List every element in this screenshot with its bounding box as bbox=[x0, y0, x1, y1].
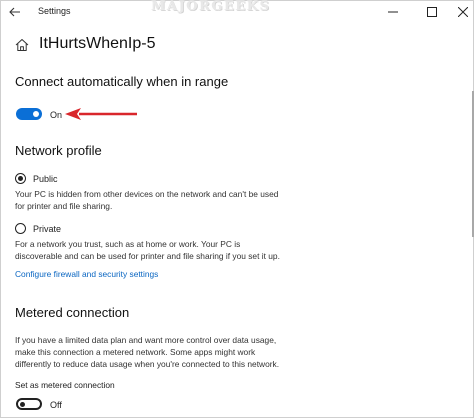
settings-window: Settings MAJORGEEKS ItHurtsWhenIp-5 Conn… bbox=[0, 0, 474, 418]
watermark-logo: MAJORGEEKS bbox=[151, 0, 271, 14]
metered-description: If you have a limited data plan and want… bbox=[15, 334, 315, 370]
red-arrow-annotation-icon bbox=[65, 108, 137, 120]
public-description: Your PC is hidden from other devices on … bbox=[15, 188, 315, 212]
metered-connection-heading: Metered connection bbox=[15, 305, 130, 320]
close-button[interactable] bbox=[447, 1, 474, 23]
public-desc-line-2: for printer and file sharing. bbox=[15, 201, 113, 211]
auto-connect-toggle[interactable] bbox=[16, 108, 42, 120]
auto-connect-heading: Connect automatically when in range bbox=[15, 74, 229, 89]
minimize-button[interactable] bbox=[377, 1, 409, 23]
set-metered-label: Set as metered connection bbox=[15, 380, 115, 390]
radio-selected-dot bbox=[18, 176, 23, 181]
toggle-knob bbox=[20, 402, 25, 407]
home-button[interactable] bbox=[15, 38, 29, 52]
page-title: ItHurtsWhenIp-5 bbox=[39, 35, 156, 52]
metered-desc-line-1: If you have a limited data plan and want… bbox=[15, 335, 277, 345]
private-radio-label[interactable]: Private bbox=[33, 224, 61, 234]
vertical-scrollbar[interactable] bbox=[467, 23, 474, 417]
private-desc-line-2: discoverable and can be used for printer… bbox=[15, 251, 280, 261]
window-title: Settings bbox=[38, 6, 71, 16]
home-icon bbox=[15, 39, 29, 51]
title-bar: Settings MAJORGEEKS bbox=[1, 0, 474, 23]
private-radio[interactable] bbox=[15, 223, 26, 234]
public-radio-label[interactable]: Public bbox=[33, 174, 58, 184]
metered-toggle[interactable] bbox=[16, 398, 42, 410]
metered-state: Off bbox=[50, 400, 62, 410]
firewall-settings-link[interactable]: Configure firewall and security settings bbox=[15, 269, 158, 279]
metered-desc-line-2: make this connection a metered network. … bbox=[15, 347, 256, 357]
close-icon bbox=[458, 7, 468, 17]
private-description: For a network you trust, such as at home… bbox=[15, 238, 315, 262]
metered-desc-line-3: differently to reduce data usage when yo… bbox=[15, 359, 280, 369]
public-desc-line-1: Your PC is hidden from other devices on … bbox=[15, 189, 279, 199]
network-profile-heading: Network profile bbox=[15, 143, 102, 158]
back-button[interactable] bbox=[7, 4, 23, 20]
back-arrow-icon bbox=[9, 7, 20, 17]
toggle-knob bbox=[33, 111, 39, 117]
private-desc-line-1: For a network you trust, such as at home… bbox=[15, 239, 241, 249]
public-radio[interactable] bbox=[15, 173, 26, 184]
minimize-icon bbox=[388, 11, 398, 13]
auto-connect-state: On bbox=[50, 110, 63, 120]
maximize-icon bbox=[427, 7, 437, 17]
maximize-button[interactable] bbox=[416, 1, 448, 23]
